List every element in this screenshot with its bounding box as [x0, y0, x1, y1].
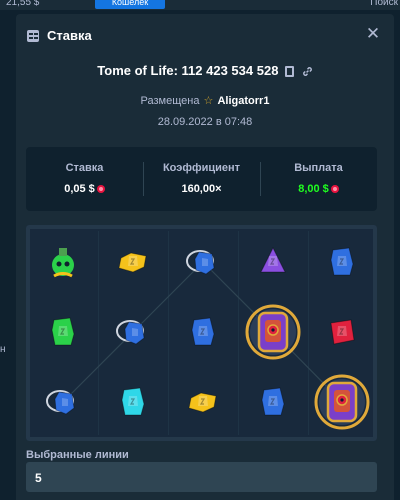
bet-date: 28.09.2022 в 07:48	[157, 116, 253, 128]
placed-prefix: Размещена	[140, 95, 200, 107]
stat-payout: Выплата 8,00 $	[260, 147, 377, 211]
selected-lines-value: 5	[35, 471, 42, 485]
link-icon[interactable]	[302, 66, 313, 77]
copy-icon[interactable]	[285, 66, 295, 78]
stats-panel: Ставка 0,05 $ Коэффициент 160,00× Выплат…	[26, 147, 377, 211]
bet-ticket-icon	[27, 30, 39, 42]
modal-title: Ставка	[47, 28, 92, 43]
selected-lines-field[interactable]: 5	[26, 462, 377, 492]
wallet-button[interactable]: Кошелёк	[95, 0, 165, 9]
background-topbar: 21,55 $ Кошелёк Поиск	[0, 0, 400, 10]
placed-by: Размещена ☆ Aligatorr1	[16, 94, 394, 107]
balance-text[interactable]: 21,55 $	[6, 0, 39, 8]
multiplier-value: 160,00×	[181, 183, 222, 195]
coin-icon	[330, 185, 339, 193]
search-link[interactable]: Поиск	[370, 0, 398, 8]
board-frame	[26, 225, 377, 441]
payout-value: 8,00 $	[260, 183, 377, 195]
slot-board	[26, 225, 377, 441]
stat-multiplier: Коэффициент 160,00×	[143, 147, 260, 211]
payout-label: Выплата	[294, 162, 343, 174]
background-left-text: н	[0, 344, 6, 355]
close-icon[interactable]: ✕	[365, 25, 381, 42]
modal-header: Ставка ✕	[16, 14, 394, 56]
bet-label: Ставка	[65, 162, 104, 174]
username[interactable]: Aligatorr1	[217, 95, 269, 107]
stat-bet: Ставка 0,05 $	[26, 147, 143, 211]
star-icon: ☆	[203, 95, 214, 107]
multiplier-label: Коэффициент	[162, 162, 241, 174]
game-name[interactable]: Tome of Life: 112 423 534 528	[97, 63, 278, 78]
selected-lines-label: Выбранные линии	[26, 449, 129, 461]
game-title: Tome of Life: 112 423 534 528	[16, 63, 394, 78]
coin-icon	[96, 185, 105, 193]
bet-value: 0,05 $	[26, 183, 143, 195]
bet-modal: Ставка ✕ Tome of Life: 112 423 534 528 Р…	[16, 14, 394, 500]
